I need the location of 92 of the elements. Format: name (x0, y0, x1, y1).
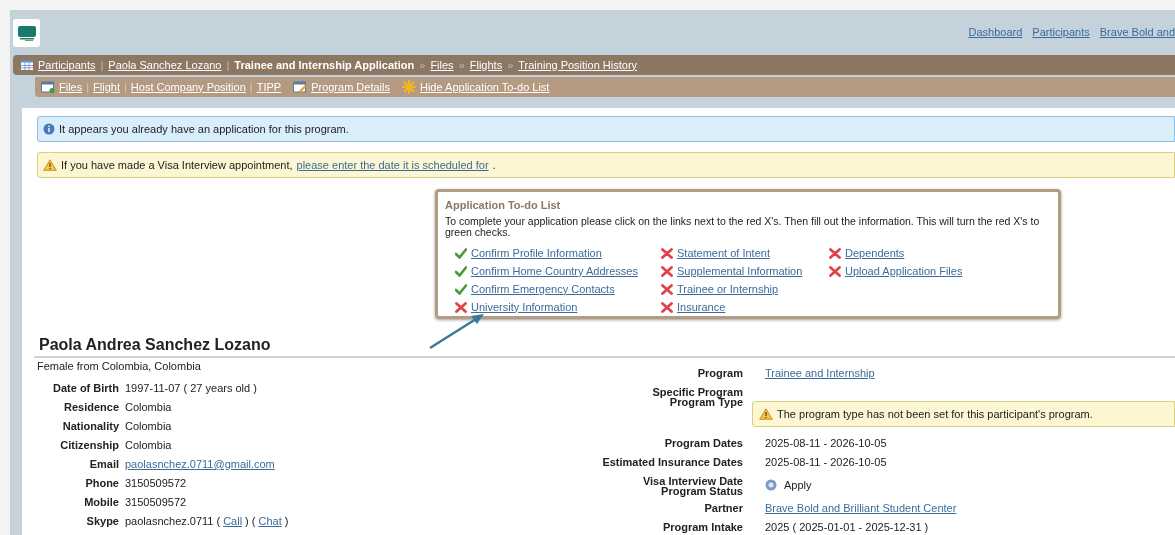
field-label: Residence (62, 400, 119, 414)
breadcrumb-link[interactable]: Files (430, 56, 454, 74)
cross-icon (829, 247, 841, 259)
info-icon (43, 123, 55, 135)
todo-title: Application To-do List (445, 198, 562, 213)
cross-icon (661, 283, 673, 295)
skype-link[interactable]: Call (223, 514, 243, 528)
field-value: 3150509572 (125, 495, 187, 509)
warning-icon (43, 159, 57, 171)
cross-icon (661, 247, 673, 259)
todo-link[interactable]: Insurance (677, 298, 726, 316)
cross-icon (661, 265, 673, 277)
check-icon (455, 265, 467, 277)
participant-summary: Female from Colombia, Colombia (37, 359, 202, 373)
field-value: 3150509572 (125, 476, 187, 490)
skype-link[interactable]: Chat (258, 514, 282, 528)
banner-text: If you have made a Visa Interview appointment, (61, 157, 293, 173)
field-label: Skype (85, 514, 119, 528)
todo-link[interactable]: Dependents (845, 244, 905, 262)
warning-icon (759, 408, 773, 420)
separator: | (226, 57, 230, 73)
separator: | (100, 57, 104, 73)
field-label: Phone (84, 476, 119, 490)
breadcrumb-link[interactable]: Flights (469, 56, 503, 74)
todo-link[interactable]: Trainee or Internship (677, 280, 779, 298)
check-icon (455, 283, 467, 295)
separator: » (419, 57, 426, 73)
breadcrumb-link[interactable]: Participants (38, 56, 96, 74)
todo-link[interactable]: Confirm Emergency Contacts (471, 280, 615, 298)
field-label: Partner (704, 503, 743, 513)
banner-link[interactable]: please enter the date it is scheduled for (296, 156, 489, 174)
field-label: Specific Program (652, 387, 743, 397)
banner-text: The program type has not been set for this participant's program. (777, 407, 1093, 421)
field-value: 2025 ( 2025-01-01 - 2025-12-31 ) (765, 520, 929, 534)
field-value: 2025-08-11 - 2026-10-05 (765, 455, 887, 469)
field-label: Email (88, 457, 119, 471)
field-label: Program Dates (664, 438, 743, 448)
program-link[interactable]: Brave Bold and Brilliant Student Center (765, 501, 957, 515)
banner-text: . (492, 157, 496, 173)
paren: ( (216, 514, 221, 528)
table-icon (21, 60, 33, 70)
field-label: Mobile (83, 495, 119, 509)
logo (13, 18, 40, 47)
participant-name: Paola Andrea Sanchez Lozano (38, 335, 272, 355)
field-value: Colombia (125, 419, 172, 433)
todo-link[interactable]: Statement of Intent (677, 244, 770, 262)
window-icon (41, 81, 55, 93)
separator: » (458, 57, 465, 73)
paren: ( (251, 514, 256, 528)
field-label: Date of Birth (52, 381, 119, 395)
nav-link[interactable]: Dashboard (968, 24, 1023, 41)
field-value: Colombia (125, 438, 172, 452)
field-label: Program (697, 368, 743, 378)
separator: | (86, 79, 90, 95)
field-value: 2025-08-11 - 2026-10-05 (765, 436, 887, 450)
separator: » (507, 57, 514, 73)
field-value: Apply (784, 478, 812, 492)
separator: | (249, 79, 253, 95)
paren: ) (284, 514, 289, 528)
check-icon (455, 247, 467, 259)
field-label: Citizenship (59, 438, 119, 452)
breadcrumb-current: Trainee and Internship Application (234, 57, 415, 73)
todo-link[interactable]: Supplemental Information (677, 262, 803, 280)
field-label: Estimated Insurance Dates (602, 457, 743, 467)
field-label: Visa Interview Date (642, 476, 743, 486)
email-link[interactable]: paolasnchez.0711@gmail.com (125, 457, 275, 471)
field-label: Program Type (669, 397, 743, 407)
field-value: 1997-11-07 ( 27 years old ) (125, 381, 257, 395)
star-icon (402, 80, 416, 94)
nav-link[interactable]: Participants (1032, 24, 1090, 41)
nav-link[interactable]: Brave Bold and (1099, 24, 1175, 41)
breadcrumb-link[interactable]: Training Position History (518, 56, 638, 74)
field-value: Colombia (125, 400, 172, 414)
separator: | (124, 79, 127, 95)
field-label: Program Status (661, 486, 743, 496)
todo-intro: To complete your application please click on the links next to the red X's. Then fill out the information. This will turn the red X's to green checks. (445, 215, 1041, 238)
cross-icon (661, 301, 673, 313)
cross-icon (829, 265, 841, 277)
todo-link[interactable]: Upload Application Files (845, 262, 963, 280)
pencil-icon (293, 81, 308, 93)
field-label: Program Intake (662, 522, 743, 532)
help-icon (765, 479, 777, 491)
banner-text: It appears you already have an application for this program. (59, 121, 349, 137)
field-value: paolasnchez.0711 (125, 514, 214, 528)
todo-link[interactable]: University Information (471, 298, 578, 316)
paren: ) (245, 514, 249, 528)
todo-link[interactable]: Confirm Profile Information (471, 244, 602, 262)
field-label: Nationality (61, 419, 119, 433)
program-link[interactable]: Trainee and Internship (765, 366, 875, 380)
breadcrumb-link[interactable]: Paola Sanchez Lozano (108, 56, 222, 74)
cross-icon (455, 301, 467, 313)
todo-link[interactable]: Confirm Home Country Addresses (471, 262, 638, 280)
